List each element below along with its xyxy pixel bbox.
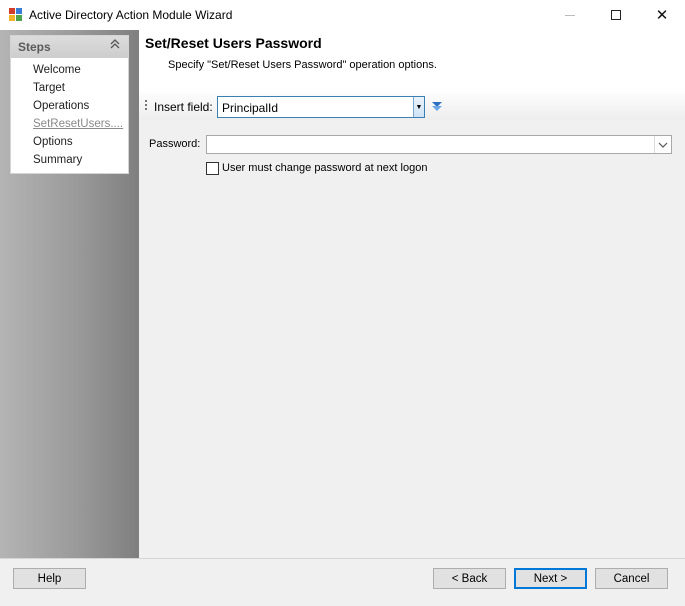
maximize-icon (611, 10, 621, 20)
page-subtitle: Specify "Set/Reset Users Password" opera… (168, 59, 437, 71)
toolbar-grip[interactable] (145, 100, 147, 112)
page-header: Set/Reset Users Password Specify "Set/Re… (139, 30, 685, 92)
app-icon (9, 8, 23, 22)
close-button[interactable]: ✕ (639, 0, 685, 30)
title-bar: Active Directory Action Module Wizard ✕ (0, 0, 685, 30)
insert-field-icon[interactable] (430, 100, 444, 112)
window-title: Active Directory Action Module Wizard (29, 8, 233, 22)
help-button[interactable]: Help (13, 568, 86, 589)
back-button[interactable]: < Back (433, 568, 506, 589)
steps-title: Steps (18, 40, 51, 54)
step-options: Options (33, 136, 73, 148)
step-welcome: Welcome (33, 64, 81, 76)
must-change-password-checkbox[interactable] (206, 162, 219, 175)
chevron-down-icon[interactable] (654, 136, 671, 153)
must-change-password-label[interactable]: User must change password at next logon (222, 162, 427, 174)
steps-header[interactable]: Steps (11, 36, 128, 58)
maximize-button[interactable] (593, 0, 639, 30)
collapse-icon[interactable] (110, 39, 120, 51)
insert-field-value: PrincipalId (222, 101, 279, 115)
step-summary: Summary (33, 154, 83, 166)
insert-field-toolbar: Insert field: PrincipalId ▼ (139, 92, 685, 120)
insert-field-combo[interactable]: PrincipalId ▼ (217, 96, 425, 118)
minimize-button[interactable] (547, 0, 593, 30)
step-target: Target (33, 82, 65, 94)
minimize-icon (565, 14, 575, 16)
insert-field-label: Insert field: (154, 100, 213, 114)
chevron-down-icon[interactable]: ▼ (413, 97, 424, 117)
page-title: Set/Reset Users Password (145, 35, 322, 51)
step-setresetusers[interactable]: SetResetUsers.... (33, 118, 123, 130)
password-label: Password: (149, 138, 201, 150)
dropdown-arrow: ▼ (415, 103, 423, 111)
cancel-button[interactable]: Cancel (595, 568, 668, 589)
step-operations: Operations (33, 100, 90, 112)
next-button[interactable]: Next > (514, 568, 587, 589)
close-icon: ✕ (655, 7, 669, 24)
steps-panel: Steps Welcome Target Operations SetReset… (10, 35, 129, 174)
password-field[interactable] (206, 135, 672, 154)
